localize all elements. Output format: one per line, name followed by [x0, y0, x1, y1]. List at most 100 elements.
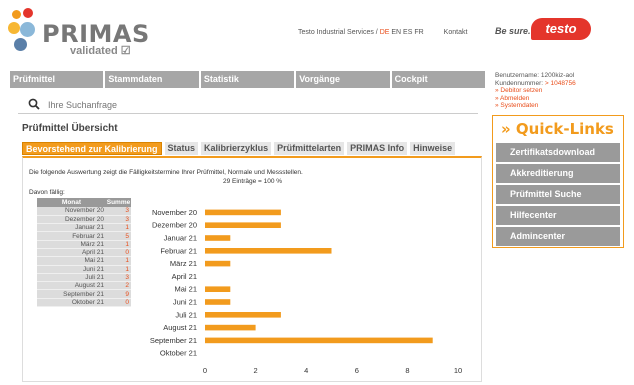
- page-title: Prüfmittel Übersicht: [22, 123, 118, 134]
- kontakt-link[interactable]: Kontakt: [444, 29, 468, 36]
- bar: [205, 222, 281, 228]
- checkbox-icon: ☑: [120, 45, 131, 57]
- nav-cockpit[interactable]: Cockpit: [392, 71, 485, 88]
- month-cell: Mai 21: [37, 256, 106, 266]
- username: Benutzername: 1200kiz-aol: [495, 72, 575, 79]
- y-tick-label: Mai 21: [174, 285, 197, 294]
- tab-hinweise[interactable]: Hinweise: [410, 142, 456, 155]
- month-cell: September 21: [37, 289, 106, 299]
- sum-cell: 9: [106, 289, 131, 299]
- bar: [205, 209, 281, 216]
- search-icon[interactable]: [28, 98, 40, 110]
- primas-logo[interactable]: PRIMAS validated ☑: [8, 8, 149, 57]
- y-tick-label: März 21: [170, 259, 197, 268]
- table-row: März 21 1: [37, 240, 131, 250]
- header: PRIMAS validated ☑ Testo Industrial Serv…: [0, 0, 634, 64]
- tab-bar: Bevorstehend zur Kalibrierung Status Kal…: [22, 142, 456, 155]
- slogan: Be sure.: [495, 26, 531, 36]
- customer-number: Kundennummer: > 1048756: [495, 79, 576, 87]
- y-tick-label: Dezember 20: [152, 221, 197, 230]
- link-systemdaten[interactable]: » Systemdaten: [495, 102, 576, 110]
- bar: [205, 248, 332, 254]
- sum-cell: 3: [106, 273, 131, 283]
- sum-cell: 0: [106, 298, 131, 308]
- tab-status[interactable]: Status: [164, 142, 199, 155]
- y-tick-label: Juli 21: [175, 310, 197, 319]
- sum-cell: 1: [106, 223, 131, 233]
- quick-link-pruefmittel-suche[interactable]: Prüfmittel Suche: [496, 185, 620, 204]
- tab-bevorstehend[interactable]: Bevorstehend zur Kalibrierung: [22, 142, 162, 155]
- company-link[interactable]: Testo Industrial Services /: [298, 29, 380, 36]
- x-tick-label: 10: [454, 366, 462, 375]
- header-summe: Summe: [106, 198, 131, 207]
- nav-pruefmittel[interactable]: Prüfmittel: [10, 71, 106, 88]
- x-tick-label: 6: [355, 366, 359, 375]
- bar: [205, 286, 231, 292]
- description-text: Die folgende Auswertung zeigt die Fällig…: [29, 169, 303, 176]
- summary-table-body: November 20 3 Dezember 20 3 Januar 21 1 Februa…: [37, 207, 131, 308]
- search-bar: [28, 98, 248, 112]
- y-tick-label: Juni 21: [173, 298, 197, 307]
- month-cell: Februar 21: [37, 231, 106, 241]
- y-tick-label: Januar 21: [164, 234, 197, 243]
- bar: [205, 312, 281, 318]
- top-links: Testo Industrial Services / DE EN ES FR K…: [298, 29, 467, 36]
- search-input[interactable]: [48, 98, 248, 111]
- month-cell: Oktober 21: [37, 298, 106, 308]
- entry-count: 29 Einträge = 100 %: [223, 178, 283, 185]
- lang-de[interactable]: DE: [380, 29, 390, 36]
- table-row: April 21 0: [37, 248, 131, 258]
- y-tick-label: Februar 21: [160, 246, 197, 255]
- tab-pruefmittelarten[interactable]: Prüfmittelarten: [274, 142, 345, 155]
- due-date-bar-chart: November 20 Dezember 20 Januar 21 Februar 2…: [150, 208, 462, 375]
- table-row: Juni 21 1: [37, 265, 131, 274]
- nav-stammdaten[interactable]: Stammdaten: [105, 71, 201, 88]
- month-cell: April 21: [37, 248, 106, 258]
- table-row: Januar 21 1: [37, 223, 131, 233]
- link-abmelden[interactable]: » Abmelden: [495, 95, 576, 103]
- table-row: Dezember 20 3: [37, 215, 131, 225]
- table-row: Mai 21 1: [37, 256, 131, 266]
- quick-link-akkreditierung[interactable]: Akkreditierung: [496, 164, 620, 183]
- quick-links-title: » Quick-Links: [501, 120, 614, 138]
- month-cell: Juli 21: [37, 273, 106, 283]
- sum-cell: 3: [106, 207, 131, 216]
- tab-primas-info[interactable]: PRIMAS Info: [347, 142, 408, 155]
- month-cell: November 20: [37, 207, 106, 216]
- sum-cell: 1: [106, 265, 131, 274]
- header-monat: Monat: [37, 198, 106, 207]
- table-row: November 20 3: [37, 207, 131, 216]
- y-tick-label: November 20: [152, 208, 197, 217]
- month-cell: Juni 21: [37, 265, 106, 274]
- table-header-row: Monat Summe: [37, 198, 131, 207]
- logo-subtitle: validated ☑: [70, 45, 131, 57]
- search-underline: [18, 113, 478, 114]
- table-row: Juli 21 3: [37, 273, 131, 283]
- sum-cell: 3: [106, 215, 131, 225]
- quick-link-admincenter[interactable]: Admincenter: [496, 227, 620, 246]
- content-panel: Die folgende Auswertung zeigt die Fällig…: [22, 156, 482, 382]
- tab-kalibrierzyklus[interactable]: Kalibrierzyklus: [201, 142, 272, 155]
- bar: [205, 324, 256, 331]
- lang-others[interactable]: EN ES FR: [389, 29, 423, 36]
- link-debitor[interactable]: » Debitor setzen: [495, 87, 576, 95]
- y-tick-label: September 21: [150, 336, 197, 345]
- sum-cell: 2: [106, 281, 131, 291]
- table-row: August 21 2: [37, 281, 131, 291]
- nav-vorgaenge[interactable]: Vorgänge: [296, 71, 392, 88]
- x-tick-label: 4: [304, 366, 308, 375]
- bar: [205, 260, 231, 267]
- y-tick-label: April 21: [172, 272, 197, 281]
- y-tick-label: Oktober 21: [160, 349, 197, 358]
- table-row: Oktober 21 0: [37, 298, 131, 308]
- sum-cell: 1: [106, 240, 131, 250]
- x-tick-label: 2: [254, 366, 258, 375]
- quick-link-hilfecenter[interactable]: Hilfecenter: [496, 206, 620, 225]
- quick-links-panel: » Quick-Links Zertifikatsdownload Akkred…: [492, 115, 624, 248]
- x-tick-label: 0: [203, 366, 207, 375]
- nav-statistik[interactable]: Statistik: [201, 71, 297, 88]
- bar: [205, 337, 433, 344]
- table-row: September 21 9: [37, 289, 131, 299]
- bar: [205, 235, 231, 241]
- quick-link-zertifikatsdownload[interactable]: Zertifikatsdownload: [496, 143, 620, 162]
